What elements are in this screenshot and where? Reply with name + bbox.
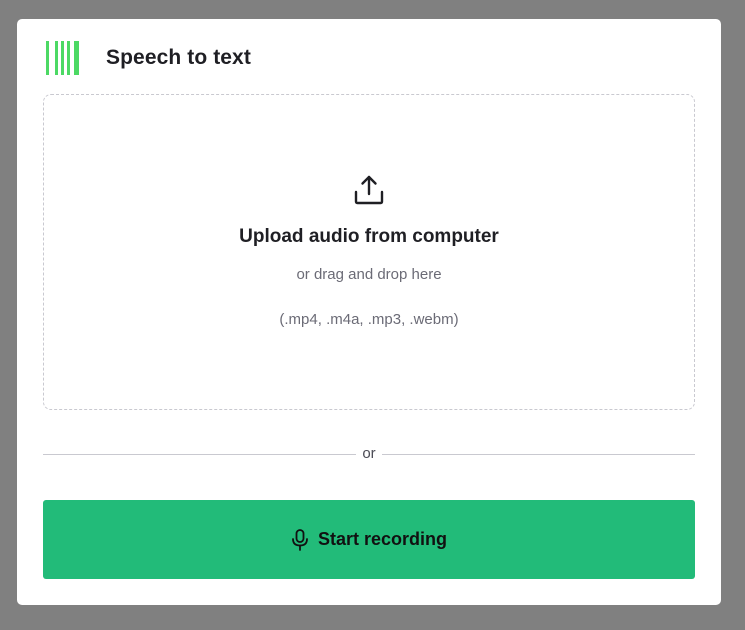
speech-to-text-dialog: Speech to text Upload audio from compute… (17, 19, 721, 605)
divider-line-right (382, 454, 695, 455)
start-recording-button[interactable]: Start recording (43, 500, 695, 579)
start-recording-label: Start recording (317, 529, 448, 549)
dialog-header: Speech to text (46, 41, 251, 75)
dialog-title: Speech to text (106, 46, 251, 69)
microphone-icon (292, 528, 308, 551)
upload-title: Upload audio from computer (239, 226, 499, 247)
or-divider: or (43, 444, 695, 464)
audio-upload-dropzone[interactable]: Upload audio from computer or drag and d… (43, 94, 695, 410)
supported-formats: (.mp4, .m4a, .mp3, .webm) (279, 311, 459, 328)
waveform-bars-logo-icon (46, 41, 79, 75)
upload-icon (354, 175, 384, 205)
drag-drop-hint: or drag and drop here (296, 266, 442, 283)
